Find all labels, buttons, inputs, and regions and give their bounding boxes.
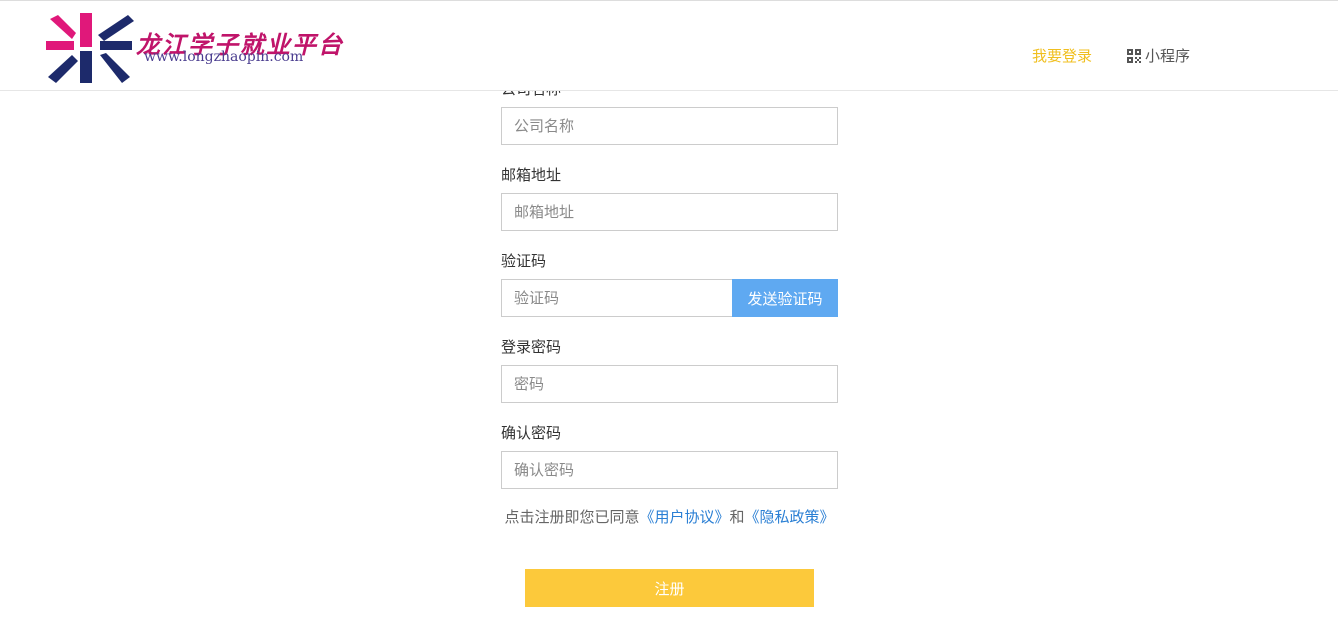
qrcode-icon	[1127, 48, 1141, 63]
logo-emblem-icon	[46, 13, 134, 83]
send-code-button[interactable]: 发送验证码	[732, 279, 838, 317]
email-label: 邮箱地址	[501, 166, 562, 184]
miniprogram-link[interactable]: 小程序	[1127, 45, 1190, 66]
code-input[interactable]	[501, 279, 733, 317]
password-label: 登录密码	[501, 338, 562, 356]
email-input[interactable]	[501, 193, 838, 231]
site-logo[interactable]: 龙江学子就业平台 www.longzhaopin.com	[44, 7, 344, 87]
miniprogram-label: 小程序	[1145, 47, 1191, 65]
confirm-password-input[interactable]	[501, 451, 838, 489]
code-label: 验证码	[501, 252, 547, 270]
privacy-policy-link[interactable]: 《隐私政策》	[745, 508, 835, 526]
agreement-text: 点击注册即您已同意《用户协议》和《隐私政策》	[501, 506, 838, 529]
password-input[interactable]	[501, 365, 838, 403]
logo-url: www.longzhaopin.com	[144, 49, 304, 65]
login-link[interactable]: 我要登录	[1032, 45, 1092, 66]
confirm-password-label: 确认密码	[501, 424, 562, 442]
user-agreement-link[interactable]: 《用户协议》	[639, 508, 729, 526]
register-button[interactable]: 注册	[525, 569, 814, 607]
company-input[interactable]	[501, 107, 838, 145]
agreement-and: 和	[729, 508, 745, 526]
top-header: 龙江学子就业平台 www.longzhaopin.com 我要登录 小程序	[0, 0, 1338, 91]
agreement-prefix: 点击注册即您已同意	[504, 508, 640, 526]
